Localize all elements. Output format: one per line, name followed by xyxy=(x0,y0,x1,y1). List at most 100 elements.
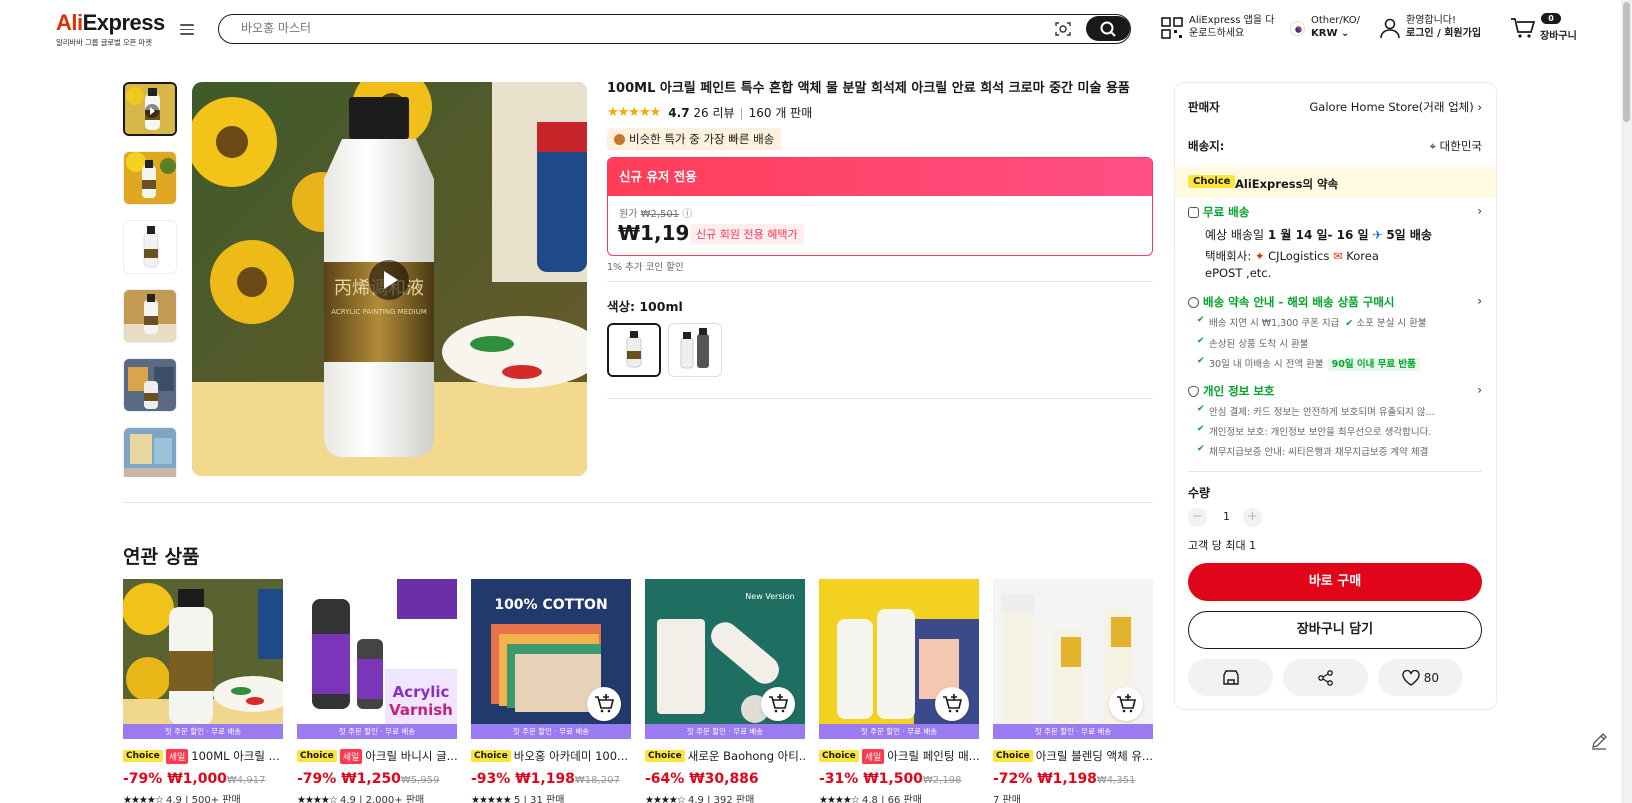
related-product-card[interactable]: Acrylic Varnish 첫 주문 할인 · 무료 배송 Choice 세일 아… xyxy=(297,579,457,803)
card-title: Choice 세일 아크릴 페인팅 매... xyxy=(819,748,979,764)
product-image[interactable]: Acrylic Varnish 첫 주문 할인 · 무료 배송 xyxy=(297,579,457,739)
scrollbar-thumb[interactable] xyxy=(1623,2,1630,122)
privacy-title[interactable]: 개인 정보 보호 xyxy=(1188,383,1275,399)
related-product-card[interactable]: 첫 주문 할인 · 무료 배송 Choice 세일 아크릴 페인팅 매... -31… xyxy=(819,579,979,803)
color-option[interactable] xyxy=(668,323,722,377)
thumbnail-image[interactable] xyxy=(123,220,177,274)
menu-icon[interactable] xyxy=(180,24,194,36)
star-rating-icon: ★★★★☆ xyxy=(645,795,686,803)
buy-now-button[interactable]: 바로 구매 xyxy=(1188,563,1482,601)
search-input[interactable] xyxy=(241,21,941,35)
cart-icon[interactable] xyxy=(1510,17,1536,39)
quantity-value[interactable]: 1 xyxy=(1223,510,1230,523)
chevron-right-icon[interactable]: › xyxy=(1477,294,1482,308)
card-price: -79% ₩1,000₩4,917 xyxy=(123,771,283,787)
chevron-down-icon: ⌄ xyxy=(1340,28,1350,39)
language-currency-selector[interactable]: Other/KO/ KRW ⌄ xyxy=(1311,14,1360,40)
aliexpress-logo[interactable]: AliExpress 알리바바 그룹 글로벌 오픈 마켓 xyxy=(56,12,165,48)
product-image[interactable]: 첫 주문 할인 · 무료 배송 xyxy=(819,579,979,739)
quantity-increase-button[interactable]: + xyxy=(1243,508,1262,527)
share-icon xyxy=(1317,669,1333,686)
edit-feedback-icon[interactable] xyxy=(1588,730,1610,752)
add-to-cart-icon[interactable] xyxy=(587,687,621,721)
ship-to-selector[interactable]: ⌖ 대한민국 xyxy=(1430,138,1482,154)
card-original-price: ₩18,207 xyxy=(574,775,620,786)
thumbnail-image[interactable] xyxy=(123,427,177,477)
download-app-link[interactable]: AliExpress 앱을 다 운로드하세요 xyxy=(1189,14,1274,40)
wishlist-button[interactable]: 80 xyxy=(1378,659,1463,696)
login-signup-text: 로그인 / 회원가입 xyxy=(1406,28,1482,39)
star-rating-icon: ★★★★☆ xyxy=(819,795,860,803)
chevron-right-icon[interactable]: › xyxy=(1477,383,1482,397)
color-option-selected[interactable] xyxy=(607,323,661,377)
main-product-image[interactable]: 丙烯调和液 ACRYLIC PAINTING MEDIUM xyxy=(192,82,587,476)
add-to-cart-icon[interactable] xyxy=(761,687,795,721)
play-video-button[interactable] xyxy=(369,260,409,300)
login-link[interactable]: 환영합니다! 로그인 / 회원가입 xyxy=(1406,14,1481,40)
star-rating-icon: ★★★★★ xyxy=(471,795,512,803)
chevron-right-icon[interactable]: › xyxy=(1477,204,1482,218)
fast-delivery-text: 비슷한 특가 중 가장 빠른 배송 xyxy=(629,132,775,146)
card-price: -72% ₩1,198₩4,351 xyxy=(993,771,1153,787)
product-image[interactable]: New Version 첫 주문 할인 · 무료 배송 xyxy=(645,579,805,739)
add-to-cart-icon[interactable] xyxy=(1109,687,1143,721)
seller-link[interactable]: Galore Home Store(거래 업체) › xyxy=(1309,99,1482,115)
rating-stars-icon: ★★★★★ xyxy=(607,105,661,120)
rating-row: ★★★★★ 4.7 26 리뷰 | 160 개 판매 xyxy=(607,104,813,121)
user-icon[interactable] xyxy=(1379,17,1401,39)
product-image[interactable]: 첫 주문 할인 · 무료 배송 xyxy=(123,579,283,739)
card-name: 아크릴 바니시 글... xyxy=(365,749,457,763)
image-search-icon[interactable] xyxy=(1055,21,1071,37)
add-to-cart-icon[interactable] xyxy=(935,687,969,721)
share-button[interactable] xyxy=(1283,659,1368,696)
store-icon xyxy=(1222,669,1239,685)
thumbnail-image[interactable] xyxy=(123,151,177,205)
truck-icon xyxy=(1188,206,1199,218)
page-scrollbar[interactable] xyxy=(1621,0,1632,803)
card-original-price: ₩4,917 xyxy=(226,775,266,786)
thumbnail-image[interactable] xyxy=(123,289,177,343)
welcome-text: 환영합니다! xyxy=(1406,15,1457,26)
free-return-tag: 90일 이내 무료 반품 xyxy=(1327,358,1420,371)
card-title: Choice 바오홍 아카데미 100... xyxy=(471,748,631,764)
coin-discount-text: 1% 추가 코인 할인 xyxy=(607,262,684,273)
carrier-info: 택배회사: ✦ CJLogistics ✉ Korea xyxy=(1205,248,1445,265)
card-name: 아크릴 페인팅 매... xyxy=(887,749,979,763)
eta-prefix: 예상 배송일 xyxy=(1205,228,1265,242)
card-price-value: -31% ₩1,500 xyxy=(819,771,923,787)
svg-text:New Version: New Version xyxy=(745,592,794,601)
store-button[interactable] xyxy=(1188,659,1273,696)
cart-label[interactable]: 장바구니 xyxy=(1540,27,1577,42)
review-count[interactable]: 26 리뷰 xyxy=(693,104,734,121)
qr-code-icon[interactable] xyxy=(1161,17,1183,39)
first-order-band: 첫 주문 할인 · 무료 배송 xyxy=(645,724,805,739)
related-product-card[interactable]: 첫 주문 할인 · 무료 배송 Choice 세일 100ML 아크릴 ... -7… xyxy=(123,579,283,803)
plane-icon: ✈ xyxy=(1372,228,1383,242)
original-label: 원가 xyxy=(619,209,638,220)
product-image[interactable]: 100% COTTON 첫 주문 할인 · 무료 배송 xyxy=(471,579,631,739)
card-original-price: ₩5,959 xyxy=(400,775,440,786)
divider xyxy=(123,502,1153,503)
add-to-cart-button[interactable]: 장바구니 담기 xyxy=(1188,611,1482,649)
product-image[interactable]: 첫 주문 할인 · 무료 배송 xyxy=(993,579,1153,739)
carrier-korea: Korea xyxy=(1346,249,1379,263)
search-button[interactable] xyxy=(1086,16,1130,41)
related-product-card[interactable]: New Version 첫 주문 할인 · 무료 배송 Choice 새로운 Ba… xyxy=(645,579,805,803)
quantity-decrease-button[interactable]: − xyxy=(1188,508,1207,527)
first-order-band: 첫 주문 할인 · 무료 배송 xyxy=(297,724,457,739)
promise-1: 배송 지연 시 ₩1,300 쿠폰 지급 xyxy=(1209,318,1340,329)
choice-badge: Choice xyxy=(993,750,1033,762)
star-rating-icon: ★★★★☆ xyxy=(297,795,338,803)
cj-logo-icon: ✦ xyxy=(1254,249,1265,263)
related-product-card[interactable]: 100% COTTON 첫 주문 할인 · 무료 배송 Choice 바오홍 아카… xyxy=(471,579,631,803)
delivery-promise-title[interactable]: 배송 약속 안내 - 해외 배송 상품 구매시 xyxy=(1188,294,1395,310)
search-icon xyxy=(1100,21,1116,37)
related-product-card[interactable]: 첫 주문 할인 · 무료 배송 Choice 아크릴 블렌딩 액체 유... -7… xyxy=(993,579,1153,803)
thumbnail-video[interactable] xyxy=(123,82,177,136)
free-shipping-title[interactable]: 무료 배송 xyxy=(1188,204,1249,220)
thumbnail-image[interactable] xyxy=(123,358,177,412)
badge-icon xyxy=(614,133,625,145)
currency-label: KRW xyxy=(1311,28,1338,39)
card-meta-text: 4.9 | 392 판매 xyxy=(688,795,755,803)
promise-item: 배송 지연 시 ₩1,300 쿠폰 지급 ✔ 소포 분실 시 환불 xyxy=(1197,315,1427,329)
